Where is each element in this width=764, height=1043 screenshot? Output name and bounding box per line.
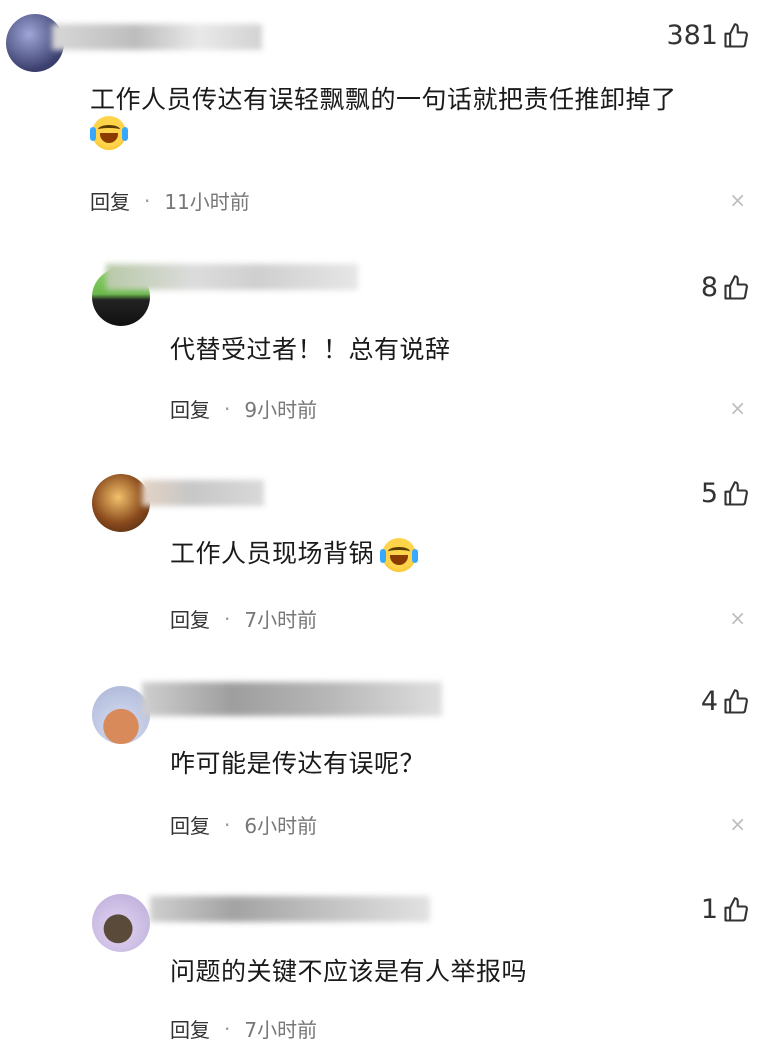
close-icon[interactable]: × — [729, 812, 746, 836]
comment-meta: 回复 · 6小时前 — [170, 810, 317, 839]
separator-dot: · — [144, 188, 151, 213]
like-counter[interactable]: 4 — [701, 686, 750, 717]
comment-text: 代替受过者！！总有说辞 — [170, 335, 451, 364]
comment-item: 1 问题的关键不应该是有人举报吗 回复 · 7小时前 — [0, 880, 764, 1042]
thumbs-up-icon[interactable] — [722, 274, 750, 302]
separator-dot: · — [224, 812, 231, 837]
timestamp: 11小时前 — [164, 190, 250, 214]
separator-dot: · — [224, 606, 231, 631]
separator-dot: · — [224, 1016, 231, 1041]
comment-item: 5 工作人员现场背锅 回复 · 7小时前 × — [0, 462, 764, 662]
reply-button[interactable]: 回复 — [170, 810, 210, 839]
username-blurred[interactable] — [150, 896, 430, 922]
like-count: 4 — [700, 686, 718, 717]
comment-text: 问题的关键不应该是有人举报吗 — [170, 957, 528, 986]
comment-text: 咋可能是传达有误呢？ — [170, 749, 426, 778]
reply-button[interactable]: 回复 — [170, 394, 210, 423]
reply-button[interactable]: 回复 — [170, 1014, 210, 1043]
like-count: 381 — [666, 20, 718, 51]
comment-meta: 回复 · 7小时前 — [170, 604, 317, 633]
username-blurred[interactable] — [106, 264, 358, 290]
like-count: 1 — [700, 894, 718, 925]
comment-item: 381 工作人员传达有误轻飘飘的一句话就把责任推卸掉了 回复 · 11小时前 × — [0, 0, 764, 240]
comment-text: 工作人员传达有误轻飘飘的一句话就把责任推卸掉了 — [90, 80, 677, 116]
like-counter[interactable]: 1 — [701, 894, 750, 925]
comment-text-body: 工作人员传达有误轻飘飘的一句话就把责任推卸掉了 — [90, 85, 677, 114]
crying-laughing-emoji-icon — [380, 538, 419, 572]
thumbs-up-icon[interactable] — [722, 22, 750, 50]
close-icon[interactable]: × — [729, 396, 746, 420]
thumbs-up-icon[interactable] — [722, 480, 750, 508]
close-icon[interactable]: × — [729, 606, 746, 630]
comment-text-body: 工作人员现场背锅 — [170, 539, 375, 568]
comment-item: 8 代替受过者！！总有说辞 回复 · 9小时前 × — [0, 250, 764, 450]
timestamp: 7小时前 — [244, 608, 318, 632]
reply-button[interactable]: 回复 — [170, 604, 210, 633]
close-icon[interactable]: × — [729, 188, 746, 212]
avatar[interactable] — [92, 894, 150, 952]
timestamp: 7小时前 — [244, 1018, 318, 1042]
like-counter[interactable]: 8 — [701, 272, 750, 303]
username-blurred[interactable] — [52, 24, 262, 50]
comment-item: 4 咋可能是传达有误呢？ 回复 · 6小时前 × — [0, 670, 764, 870]
like-count: 5 — [700, 478, 718, 509]
thumbs-up-icon[interactable] — [722, 688, 750, 716]
like-counter[interactable]: 381 — [666, 20, 750, 51]
comment-meta: 回复 · 7小时前 — [170, 1014, 317, 1043]
crying-laughing-emoji-icon — [90, 116, 128, 150]
timestamp: 6小时前 — [244, 814, 318, 838]
reply-button[interactable]: 回复 — [90, 186, 130, 215]
timestamp: 9小时前 — [244, 398, 318, 422]
comment-meta: 回复 · 11小时前 — [90, 186, 250, 215]
thumbs-up-icon[interactable] — [722, 896, 750, 924]
separator-dot: · — [224, 396, 231, 421]
comment-meta: 回复 · 9小时前 — [170, 394, 317, 423]
like-count: 8 — [700, 272, 718, 303]
like-counter[interactable]: 5 — [701, 478, 750, 509]
comment-text: 工作人员现场背锅 — [170, 534, 419, 572]
username-blurred[interactable] — [142, 480, 264, 506]
username-blurred[interactable] — [142, 682, 442, 716]
